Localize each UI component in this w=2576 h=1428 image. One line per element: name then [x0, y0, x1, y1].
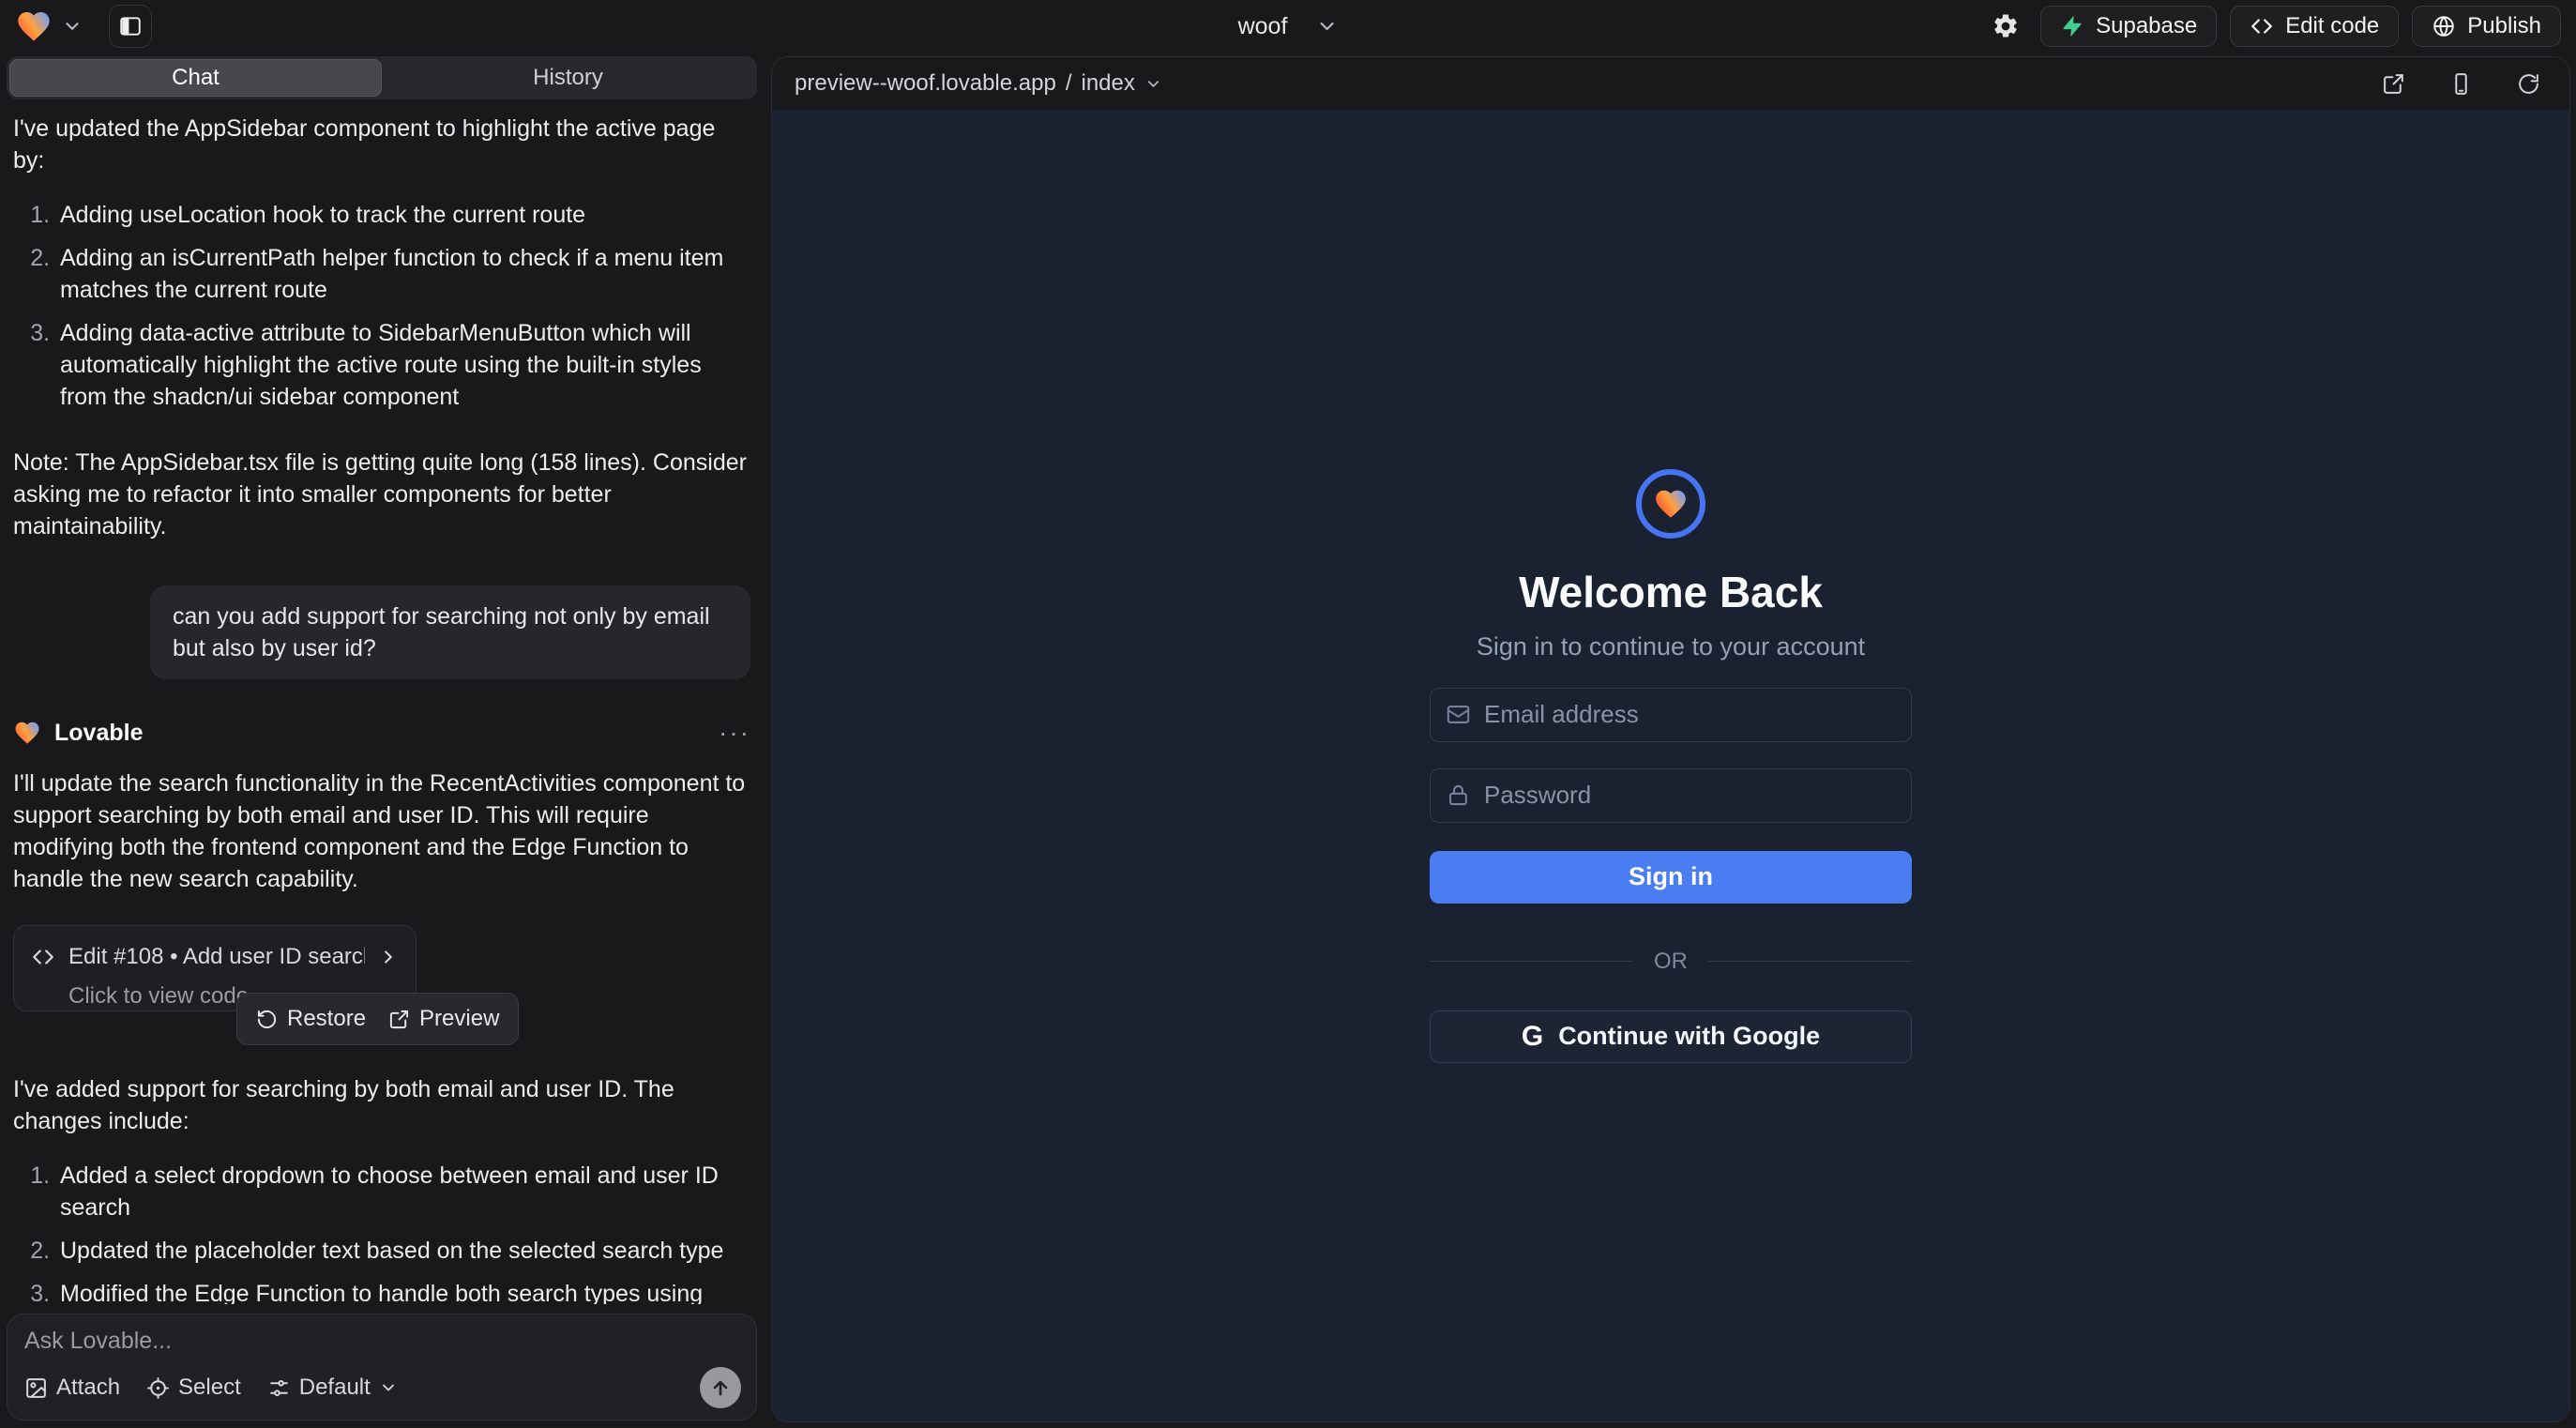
preview-url[interactable]: preview--woof.lovable.app / index	[795, 70, 1162, 97]
tab-chat[interactable]: Chat	[9, 59, 382, 97]
chevron-down-icon	[379, 1378, 398, 1397]
supabase-button[interactable]: Supabase	[2040, 6, 2217, 47]
mail-icon	[1446, 702, 1471, 727]
preview-actions	[2374, 65, 2547, 102]
restore-preview-bar: Restore Preview	[236, 993, 519, 1045]
supabase-label: Supabase	[2096, 13, 2197, 39]
restore-icon	[256, 1009, 278, 1030]
email-input[interactable]	[1484, 700, 1896, 729]
code-icon	[31, 945, 55, 969]
chat-input[interactable]	[24, 1328, 741, 1367]
publish-button[interactable]: Publish	[2412, 6, 2561, 47]
list-item: Modified the Edge Function to handle bot…	[56, 1278, 750, 1304]
page-subtitle: Sign in to continue to your account	[1477, 632, 1865, 661]
preview-page-name: index	[1081, 70, 1134, 97]
code-icon	[2250, 14, 2274, 38]
chevron-right-icon	[378, 947, 399, 967]
signin-card: Welcome Back Sign in to continue to your…	[1430, 469, 1912, 1063]
project-switcher[interactable]: woof	[1238, 0, 1339, 53]
chat-message-list[interactable]: I've updated the AppSidebar component to…	[0, 99, 764, 1304]
list-item: Adding an isCurrentPath helper function …	[56, 242, 750, 306]
google-button-label: Continue with Google	[1558, 1022, 1820, 1051]
preview-toolbar: preview--woof.lovable.app / index	[772, 57, 2569, 110]
composer-toolbar: Attach Select Default	[24, 1367, 741, 1408]
sliders-icon	[267, 1376, 291, 1400]
password-input[interactable]	[1484, 781, 1896, 810]
mode-selector[interactable]: Default	[267, 1375, 398, 1401]
lovable-avatar-icon	[13, 719, 41, 747]
topbar-actions: Supabase Edit code Publish	[1984, 5, 2561, 48]
continue-with-google-button[interactable]: G Continue with Google	[1430, 1010, 1912, 1063]
mobile-icon	[2449, 72, 2473, 96]
assistant-paragraph: I'll update the search functionality in …	[13, 767, 750, 895]
tab-history[interactable]: History	[382, 59, 754, 97]
email-field	[1430, 688, 1912, 742]
refresh-icon	[2517, 72, 2540, 96]
or-divider: OR	[1430, 949, 1912, 975]
globe-icon	[2432, 14, 2456, 38]
assistant-list: Added a select dropdown to choose betwee…	[13, 1160, 750, 1304]
assistant-header: Lovable ···	[13, 717, 750, 749]
preview-button[interactable]: Preview	[388, 1003, 499, 1035]
composer: Attach Select Default	[7, 1314, 757, 1420]
restore-button[interactable]: Restore	[256, 1003, 366, 1035]
assistant-name: Lovable	[54, 717, 143, 749]
chat-panel: Chat History I've updated the AppSidebar…	[0, 53, 764, 1428]
path-separator: /	[1066, 70, 1072, 97]
list-item: Added a select dropdown to choose betwee…	[56, 1160, 750, 1223]
edit-card-wrap: Edit #108 • Add user ID search supp... C…	[13, 925, 454, 1047]
open-in-new-tab-button[interactable]	[2374, 65, 2412, 102]
arrow-up-icon	[709, 1376, 732, 1399]
refresh-button[interactable]	[2509, 65, 2547, 102]
list-item: Adding useLocation hook to track the cur…	[56, 199, 750, 231]
external-link-icon	[2382, 72, 2405, 96]
image-attach-icon	[24, 1376, 48, 1400]
preview-panel: preview--woof.lovable.app / index	[771, 56, 2570, 1422]
assistant-paragraph: I've updated the AppSidebar component to…	[13, 113, 750, 176]
assistant-note: Note: The AppSidebar.tsx file is getting…	[13, 447, 750, 542]
password-field	[1430, 768, 1912, 823]
assistant-list: Adding useLocation hook to track the cur…	[13, 199, 750, 413]
project-name: woof	[1238, 13, 1288, 40]
publish-label: Publish	[2467, 13, 2541, 39]
target-icon	[146, 1376, 170, 1400]
settings-button[interactable]	[1984, 5, 2027, 48]
edit-card-title: Edit #108 • Add user ID search supp...	[68, 941, 365, 973]
chevron-down-icon	[1315, 15, 1338, 38]
user-message-bubble: can you add support for searching not on…	[150, 585, 750, 679]
send-button[interactable]	[700, 1367, 741, 1408]
page-title: Welcome Back	[1519, 567, 1823, 617]
preview-viewport: Welcome Back Sign in to continue to your…	[772, 110, 2569, 1421]
assistant-paragraph: I've added support for searching by both…	[13, 1073, 750, 1137]
chevron-down-icon[interactable]	[62, 16, 83, 37]
external-link-icon	[388, 1009, 410, 1030]
attach-button[interactable]: Attach	[24, 1375, 120, 1401]
sidebar-toggle-button[interactable]	[109, 5, 152, 48]
edit-code-button[interactable]: Edit code	[2230, 6, 2399, 47]
chevron-down-icon	[1144, 75, 1162, 93]
list-item: Updated the placeholder text based on th…	[56, 1235, 750, 1267]
select-element-button[interactable]: Select	[146, 1375, 241, 1401]
sign-in-button[interactable]: Sign in	[1430, 851, 1912, 904]
top-bar: woof Supabase Edit code Publish	[0, 0, 2576, 53]
heart-icon	[1653, 486, 1689, 522]
mobile-view-button[interactable]	[2442, 65, 2479, 102]
more-options-icon[interactable]: ···	[719, 717, 750, 749]
app-logo	[1636, 469, 1705, 539]
list-item: Adding data-active attribute to SidebarM…	[56, 317, 750, 413]
lovable-app: woof Supabase Edit code Publish	[0, 0, 2576, 1428]
or-label: OR	[1654, 949, 1688, 975]
lock-icon	[1446, 782, 1471, 808]
lovable-logo-icon[interactable]	[15, 8, 53, 45]
topbar-left	[15, 5, 152, 48]
chat-history-tabs: Chat History	[7, 56, 757, 99]
google-g-icon: G	[1522, 1021, 1543, 1053]
preview-domain: preview--woof.lovable.app	[795, 70, 1056, 97]
edit-code-label: Edit code	[2285, 13, 2379, 39]
supabase-bolt-icon	[2060, 14, 2084, 38]
